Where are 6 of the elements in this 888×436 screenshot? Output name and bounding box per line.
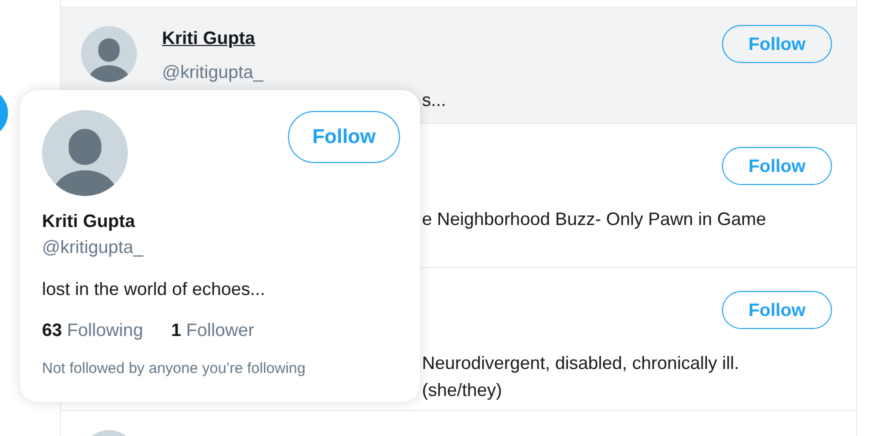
user-handle: @kritigupta_	[162, 61, 264, 83]
user-bio: e Neighborhood Buzz- Only Pawn in Game	[422, 208, 768, 231]
followers-link[interactable]: 1 Follower	[171, 319, 254, 341]
user-bio: s...	[422, 89, 448, 112]
user-name[interactable]: Kriti Gupta	[162, 25, 264, 52]
user-bio: Neurodivergent, disabled, chronically ill. (she/they)	[422, 352, 740, 402]
